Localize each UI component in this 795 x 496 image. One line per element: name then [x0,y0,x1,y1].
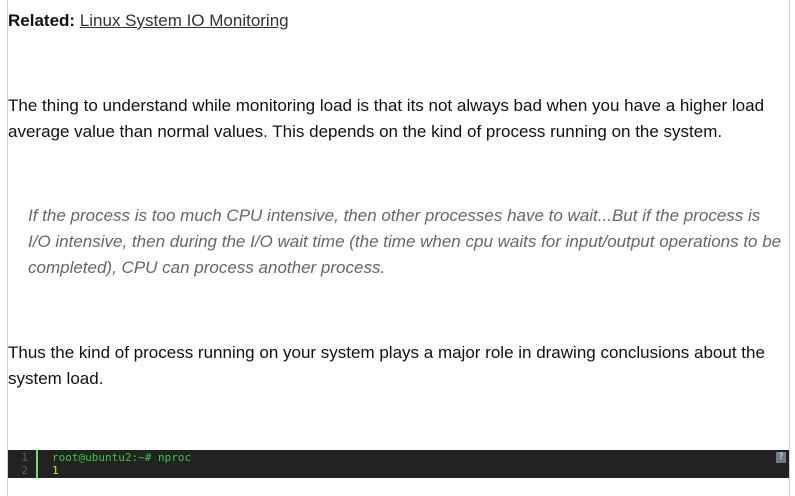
content-left-border [7,0,8,496]
related-line: Related: Linux System IO Monitoring [8,10,289,32]
paragraph-process-kind: Thus the kind of process running on your… [8,343,765,388]
paragraph-load-average: The thing to understand while monitoring… [8,96,765,141]
content-right-border [789,0,790,496]
code-block: 1 2 root@ubuntu2:~# nproc 1 ? [8,450,789,478]
line-number: 2 [21,464,28,477]
article-page: Related: Linux System IO Monitoring The … [0,0,795,496]
related-link[interactable]: Linux System IO Monitoring [80,11,289,30]
related-label: Related: [8,11,76,30]
blockquote: If the process is too much CPU intensive… [28,206,782,277]
line-number: 1 [21,451,28,464]
code-line-output: 1 [52,464,59,477]
line-number-gutter: 1 2 [8,450,38,478]
help-icon[interactable]: ? [776,452,786,463]
code-line-command: root@ubuntu2:~# nproc [52,451,192,464]
